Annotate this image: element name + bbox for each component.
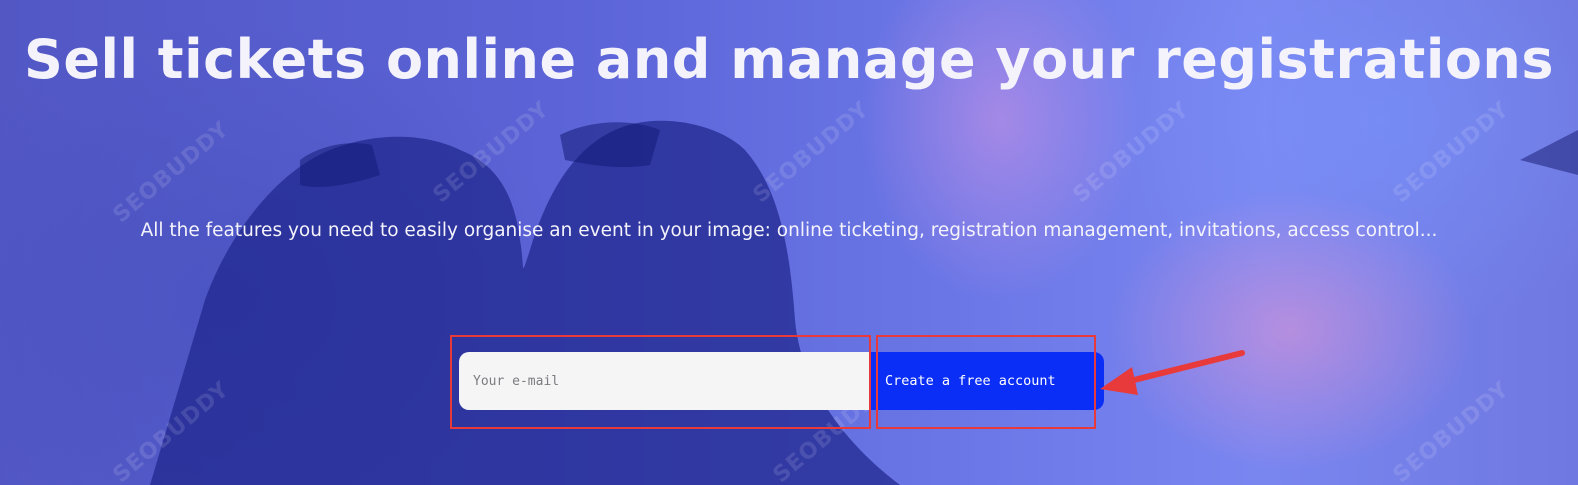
- button-highlight-box: [876, 335, 1096, 429]
- annotation-arrow-icon: [1100, 350, 1245, 395]
- email-highlight-box: [450, 335, 871, 429]
- page-title: Sell tickets online and manage your regi…: [23, 28, 1555, 91]
- page-subtitle: All the features you need to easily orga…: [140, 220, 1438, 241]
